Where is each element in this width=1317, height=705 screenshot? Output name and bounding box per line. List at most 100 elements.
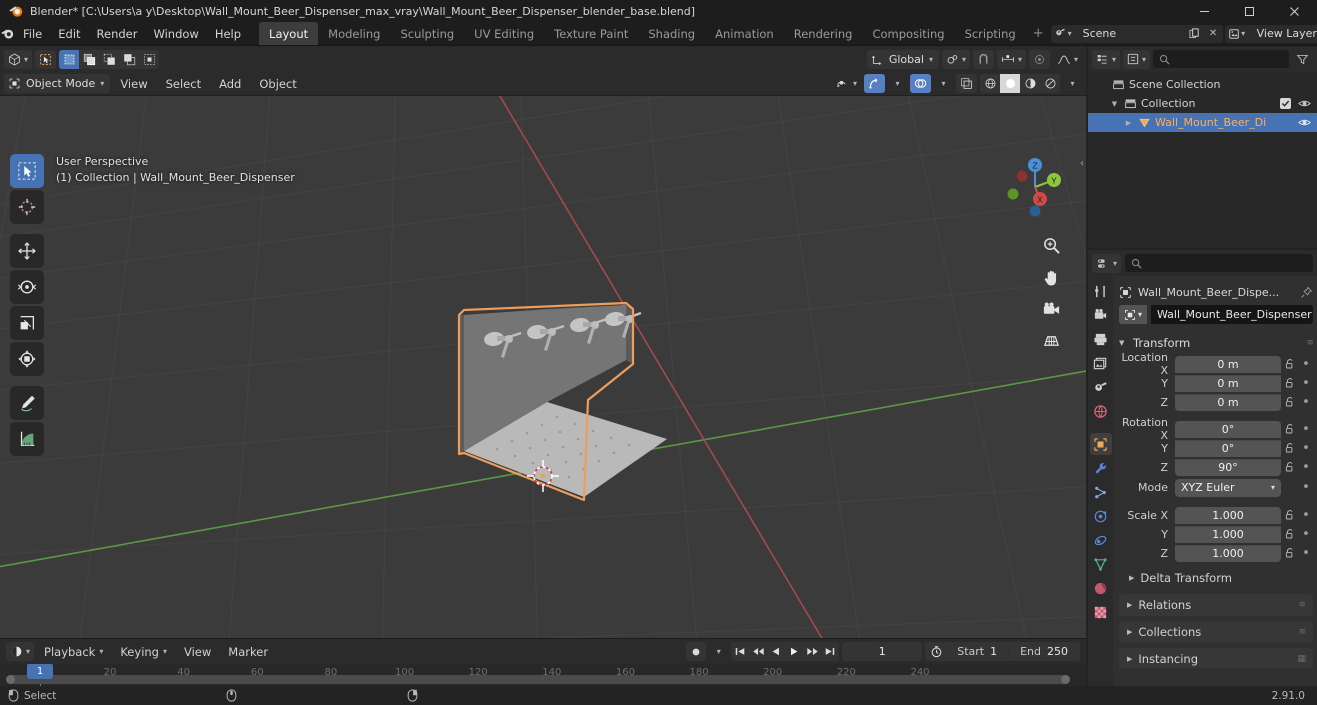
rotation-z-value[interactable]: 90° (1175, 458, 1281, 476)
animate-property-dot-icon[interactable]: • (1299, 441, 1313, 456)
scene-icon[interactable]: ▾ (1050, 24, 1075, 43)
play-reverse-button[interactable] (767, 642, 786, 661)
auto-keyframe-dropdown[interactable]: ▾ (709, 642, 729, 661)
animate-property-dot-icon[interactable]: • (1299, 527, 1313, 542)
outliner-display-mode-dropdown[interactable]: ▾ (1123, 49, 1151, 69)
tweak-select-box-tool[interactable] (10, 154, 44, 188)
tab-compositing[interactable]: Compositing (862, 22, 954, 45)
properties-editor-type-icon[interactable]: ▾ (1092, 253, 1122, 273)
animate-property-dot-icon[interactable]: • (1299, 422, 1313, 437)
end-frame-value[interactable]: 250 (1047, 645, 1080, 658)
material-preview-shading-icon[interactable] (1020, 74, 1040, 93)
measure-tool[interactable] (10, 422, 44, 456)
object-name-input[interactable]: Wall_Mount_Beer_Dispenser (1151, 305, 1313, 324)
output-tab[interactable] (1090, 328, 1112, 350)
constraints-tab[interactable] (1090, 529, 1112, 551)
gizmo-toggle-button[interactable] (864, 74, 885, 93)
object-visibility-eye-icon[interactable] (1298, 117, 1311, 128)
menu-edit[interactable]: Edit (50, 22, 88, 45)
viewport-menu-view[interactable]: View (112, 74, 155, 93)
select-set-icon[interactable] (59, 49, 80, 69)
outliner-editor-type-icon[interactable]: ▾ (1092, 49, 1121, 69)
gizmo-dropdown[interactable]: ▾ (888, 74, 907, 93)
maximize-button[interactable] (1227, 0, 1272, 22)
location-x-value[interactable]: 0 m (1175, 355, 1281, 373)
location-z-value[interactable]: 0 m (1175, 393, 1281, 411)
editor-type-icon[interactable]: ▾ (4, 49, 33, 69)
scene-tab[interactable] (1090, 376, 1112, 398)
overlays-dropdown[interactable]: ▾ (934, 74, 953, 93)
viewport-menu-add[interactable]: Add (211, 74, 249, 93)
object-expand-triangle-icon[interactable]: ▶ (1122, 119, 1135, 127)
jump-to-end-button[interactable] (821, 642, 840, 661)
tab-scripting[interactable]: Scripting (955, 22, 1026, 45)
lock-icon[interactable] (1281, 396, 1299, 408)
proportional-falloff-dropdown[interactable]: ▾ (1052, 49, 1082, 69)
timeline-editor-type-icon[interactable]: ▾ (6, 642, 35, 661)
animate-property-dot-icon[interactable]: • (1299, 395, 1313, 410)
viewport-menu-select[interactable]: Select (158, 74, 209, 93)
snap-to-dropdown[interactable]: ▾ (996, 49, 1026, 69)
rotation-mode-dropdown[interactable]: XYZ Euler ▾ (1175, 478, 1281, 497)
cursor-tool[interactable] (10, 190, 44, 224)
collection-checkbox[interactable] (1280, 98, 1291, 109)
magnet-icon[interactable] (972, 49, 994, 69)
solid-shading-icon[interactable] (1000, 74, 1020, 93)
timeline-track[interactable]: 20 40 60 80 100 120 140 160 180 200 220 240 1 (0, 664, 1086, 687)
texture-tab[interactable] (1090, 601, 1112, 623)
select-invert-icon[interactable] (119, 50, 139, 69)
next-keyframe-button[interactable] (803, 642, 822, 661)
select-mode-box-icon[interactable] (35, 49, 57, 69)
play-button[interactable] (785, 642, 804, 661)
xray-toggle-button[interactable] (956, 74, 977, 93)
outliner-filter-icon[interactable] (1292, 49, 1313, 69)
animate-property-dot-icon[interactable]: • (1299, 376, 1313, 391)
animate-property-dot-icon[interactable]: • (1299, 546, 1313, 561)
tab-shading[interactable]: Shading (638, 22, 705, 45)
new-scene-button[interactable] (1184, 24, 1204, 43)
tab-uv-editing[interactable]: UV Editing (464, 22, 544, 45)
rotation-y-value[interactable]: 0° (1175, 439, 1281, 457)
viewport-menu-object[interactable]: Object (251, 74, 304, 93)
view-layer-name[interactable]: View Layer (1248, 24, 1317, 43)
lock-icon[interactable] (1281, 528, 1299, 540)
object-type-dropdown[interactable]: ▾ (1119, 305, 1147, 324)
scale-z-value[interactable]: 1.000 (1175, 544, 1281, 562)
annotate-tool[interactable] (10, 386, 44, 420)
camera-view-icon[interactable] (1038, 296, 1064, 322)
select-extend-icon[interactable] (79, 50, 99, 69)
pin-icon[interactable] (1300, 286, 1313, 299)
close-button[interactable] (1272, 0, 1317, 22)
select-subtract-icon[interactable] (99, 50, 119, 69)
blender-menu-icon[interactable] (0, 22, 15, 45)
pivot-point-dropdown[interactable]: ▾ (941, 49, 970, 69)
physics-tab[interactable] (1090, 505, 1112, 527)
timeline-menu-marker[interactable]: Marker (221, 642, 275, 661)
animate-property-dot-icon[interactable]: • (1299, 357, 1313, 372)
lock-icon[interactable] (1281, 358, 1299, 370)
navigation-gizmo[interactable]: Z Y X (1002, 154, 1068, 220)
menu-render[interactable]: Render (89, 22, 146, 45)
zoom-icon[interactable] (1038, 232, 1064, 258)
menu-window[interactable]: Window (145, 22, 206, 45)
scene-name[interactable]: Scene (1074, 24, 1185, 43)
visibility-dropdown[interactable]: ▾ (831, 74, 861, 93)
timeline-menu-playback[interactable]: Playback ▾ (37, 642, 110, 661)
transform-orientation-dropdown[interactable]: Global ▾ (866, 49, 939, 69)
lock-icon[interactable] (1281, 377, 1299, 389)
ortho-perspective-icon[interactable] (1038, 328, 1064, 354)
viewport-canvas[interactable]: User Perspective (1) Collection | Wall_M… (0, 96, 1086, 638)
outliner-search-input[interactable] (1153, 50, 1289, 68)
timeline-scrollbar[interactable] (6, 675, 1070, 684)
add-workspace-button[interactable]: + (1026, 22, 1051, 45)
tool-tab[interactable] (1090, 280, 1112, 302)
lock-icon[interactable] (1281, 461, 1299, 473)
world-tab[interactable] (1090, 400, 1112, 422)
previous-keyframe-button[interactable] (749, 642, 768, 661)
instancing-panel[interactable]: ▶ Instancing ▦ (1119, 648, 1313, 668)
rotation-x-value[interactable]: 0° (1175, 420, 1281, 438)
collection-expand-triangle-icon[interactable]: ▼ (1108, 100, 1121, 108)
object-mode-dropdown[interactable]: Object Mode ▾ (4, 74, 111, 93)
scale-tool[interactable] (10, 306, 44, 340)
select-intersect-icon[interactable] (139, 50, 159, 69)
